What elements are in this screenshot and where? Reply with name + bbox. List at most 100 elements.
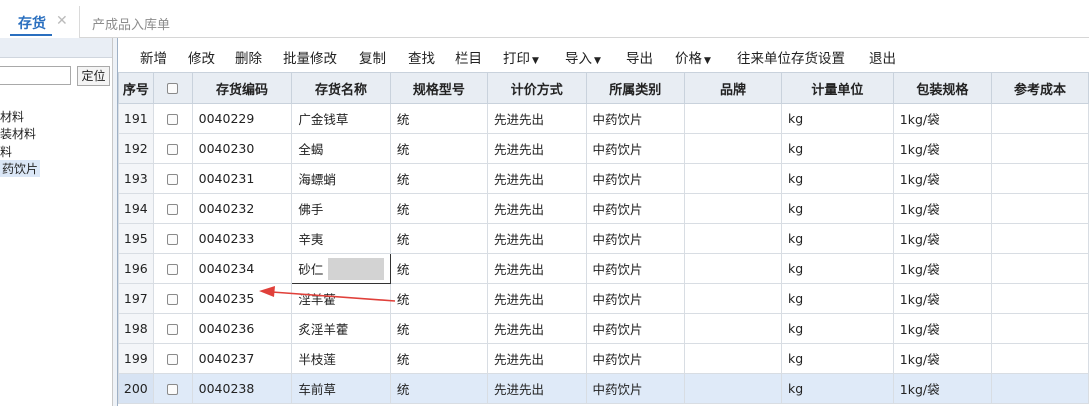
cell-ref-cost[interactable]: [990, 163, 1089, 194]
cell-brand[interactable]: [684, 103, 782, 134]
copy-button[interactable]: 复制: [359, 47, 386, 67]
locate-button[interactable]: 定位: [77, 66, 110, 86]
cell-valuation[interactable]: 先进先出: [487, 343, 587, 374]
cell-valuation[interactable]: 先进先出: [487, 373, 587, 404]
cell-code[interactable]: 0040230: [191, 133, 293, 164]
cell-valuation[interactable]: 先进先出: [487, 253, 587, 284]
table-row[interactable]: 200 0040238 车前草统先进先出 中药饮片 kg 1kg/袋: [118, 373, 1089, 404]
cell-unit[interactable]: kg: [781, 223, 894, 254]
cell-spec[interactable]: 统: [389, 193, 489, 224]
cell-pack[interactable]: 1kg/袋: [892, 103, 992, 134]
row-checkbox[interactable]: [167, 264, 179, 275]
table-row[interactable]: 196 0040234 砂仁 统先进先出 中药饮片 kg 1kg/袋: [118, 253, 1089, 284]
cell-category[interactable]: 中药饮片: [585, 223, 685, 254]
cell-name[interactable]: 海螵蛸: [291, 163, 391, 194]
cell-brand[interactable]: [684, 133, 782, 164]
cell-pack[interactable]: 1kg/袋: [892, 373, 992, 404]
cell-name[interactable]: 全蝎: [291, 133, 391, 164]
cell-ref-cost[interactable]: [990, 373, 1089, 404]
partner-settings-button[interactable]: 往来单位存货设置: [737, 47, 845, 67]
row-checkbox[interactable]: [167, 204, 179, 215]
cell-unit[interactable]: kg: [781, 373, 894, 404]
cell-name[interactable]: 炙淫羊藿: [291, 313, 391, 344]
cell-ref-cost[interactable]: [990, 223, 1089, 254]
cell-name[interactable]: 广金钱草: [291, 103, 391, 134]
cell-code[interactable]: 0040238: [191, 373, 293, 404]
table-row[interactable]: 199 0040237 半枝莲统先进先出 中药饮片 kg 1kg/袋: [118, 343, 1089, 374]
col-header-no[interactable]: 序号: [118, 72, 154, 104]
cell-unit[interactable]: kg: [781, 313, 894, 344]
cell-ref-cost[interactable]: [990, 133, 1089, 164]
cell-code[interactable]: 0040231: [191, 163, 293, 194]
cell-valuation[interactable]: 先进先出: [487, 283, 587, 314]
cell-name[interactable]: 淫羊藿: [291, 283, 391, 314]
cell-category[interactable]: 中药饮片: [585, 283, 685, 314]
col-header-pack[interactable]: 包装规格: [892, 72, 992, 104]
cell-ref-cost[interactable]: [990, 313, 1089, 344]
cell-category[interactable]: 中药饮片: [585, 373, 685, 404]
cell-valuation[interactable]: 先进先出: [487, 223, 587, 254]
cell-pack[interactable]: 1kg/袋: [892, 163, 992, 194]
cell-spec[interactable]: 统: [389, 283, 489, 314]
columns-button[interactable]: 栏目: [455, 47, 482, 67]
cell-name[interactable]: 车前草: [291, 373, 391, 404]
cell-pack[interactable]: 1kg/袋: [892, 283, 992, 314]
cell-pack[interactable]: 1kg/袋: [892, 313, 992, 344]
cell-code[interactable]: 0040233: [191, 223, 293, 254]
cell-brand[interactable]: [684, 283, 782, 314]
cell-category[interactable]: 中药饮片: [585, 313, 685, 344]
cell-spec[interactable]: 统: [389, 253, 489, 284]
row-checkbox[interactable]: [167, 294, 179, 305]
cell-ref-cost[interactable]: [990, 253, 1089, 284]
cell-unit[interactable]: kg: [781, 253, 894, 284]
cell-spec[interactable]: 统: [389, 163, 489, 194]
cell-pack[interactable]: 1kg/袋: [892, 253, 992, 284]
cell-valuation[interactable]: 先进先出: [487, 163, 587, 194]
cell-brand[interactable]: [684, 223, 782, 254]
cell-unit[interactable]: kg: [781, 163, 894, 194]
delete-button[interactable]: 删除: [235, 47, 262, 67]
cell-pack[interactable]: 1kg/袋: [892, 343, 992, 374]
cell-ref-cost[interactable]: [990, 343, 1089, 374]
cell-unit[interactable]: kg: [781, 133, 894, 164]
cell-code[interactable]: 0040232: [191, 193, 293, 224]
locate-input[interactable]: [0, 66, 71, 85]
cell-ref-cost[interactable]: [990, 193, 1089, 224]
cell-name[interactable]: 半枝莲: [291, 343, 391, 374]
col-header-brand[interactable]: 品牌: [684, 72, 782, 104]
cell-category[interactable]: 中药饮片: [585, 253, 685, 284]
cell-pack[interactable]: 1kg/袋: [892, 133, 992, 164]
row-checkbox[interactable]: [167, 174, 179, 185]
cell-code[interactable]: 0040235: [191, 283, 293, 314]
cell-code[interactable]: 0040229: [191, 103, 293, 134]
cell-spec[interactable]: 统: [389, 343, 489, 374]
cell-category[interactable]: 中药饮片: [585, 103, 685, 134]
cell-valuation[interactable]: 先进先出: [487, 193, 587, 224]
cell-code[interactable]: 0040237: [191, 343, 293, 374]
cell-brand[interactable]: [684, 313, 782, 344]
tree-item-packaging-materials[interactable]: 装材料: [0, 125, 36, 142]
table-row[interactable]: 198 0040236 炙淫羊藿统先进先出 中药饮片 kg 1kg/袋: [118, 313, 1089, 344]
cell-spec[interactable]: 统: [389, 223, 489, 254]
cell-code[interactable]: 0040234: [191, 253, 293, 284]
cell-category[interactable]: 中药饮片: [585, 193, 685, 224]
tree-item-herbal-pieces[interactable]: 药饮片: [0, 160, 41, 177]
export-button[interactable]: 导出: [626, 47, 653, 67]
col-header-name[interactable]: 存货名称: [291, 72, 391, 104]
tree-item-raw-materials[interactable]: 材料: [0, 108, 24, 125]
cell-pack[interactable]: 1kg/袋: [892, 193, 992, 224]
col-header-unit[interactable]: 计量单位: [781, 72, 894, 104]
col-header-ref-cost[interactable]: 参考成本: [990, 72, 1089, 104]
cell-ref-cost[interactable]: [990, 103, 1089, 134]
col-header-spec[interactable]: 规格型号: [389, 72, 489, 104]
import-menu[interactable]: 导入 ▼: [565, 47, 601, 67]
tab-finished-goods-receipt[interactable]: 产成品入库单: [92, 14, 170, 33]
print-menu[interactable]: 打印 ▼: [503, 47, 539, 67]
cell-category[interactable]: 中药饮片: [585, 133, 685, 164]
cell-code[interactable]: 0040236: [191, 313, 293, 344]
table-row[interactable]: 197 0040235 淫羊藿统先进先出 中药饮片 kg 1kg/袋: [118, 283, 1089, 314]
table-row[interactable]: 195 0040233 辛夷统先进先出 中药饮片 kg 1kg/袋: [118, 223, 1089, 254]
price-menu[interactable]: 价格 ▼: [675, 47, 711, 67]
cell-spec[interactable]: 统: [389, 313, 489, 344]
cell-brand[interactable]: [684, 193, 782, 224]
